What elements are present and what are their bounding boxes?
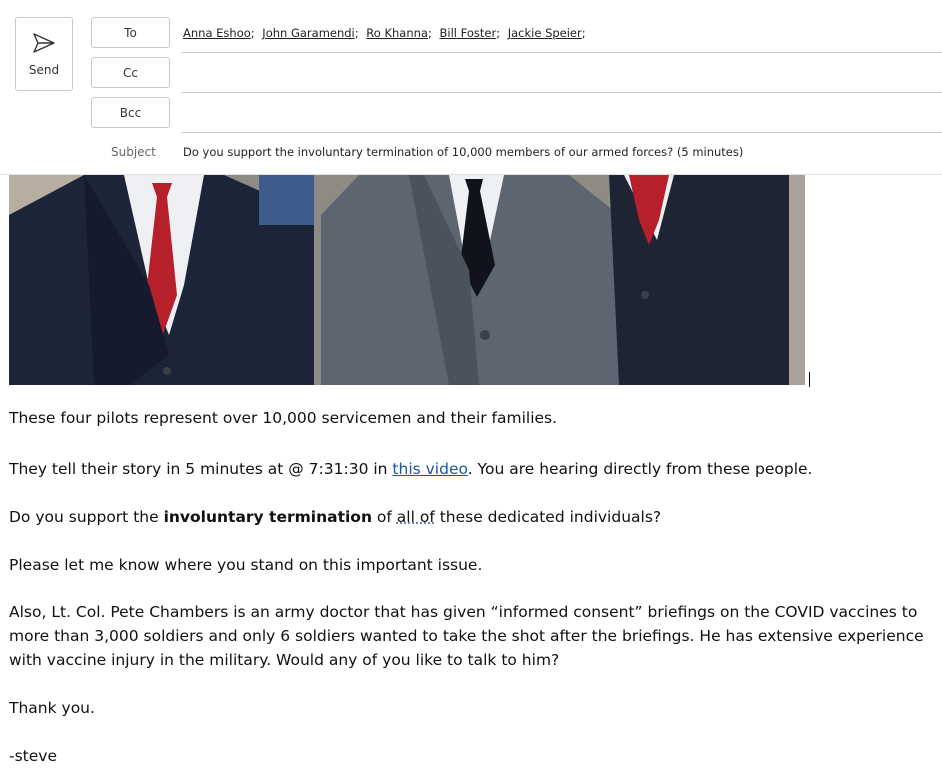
recipient-separator: ; bbox=[427, 26, 432, 40]
signature[interactable]: -steve bbox=[9, 744, 936, 768]
subject-label: Subject bbox=[111, 145, 156, 159]
to-button[interactable]: To bbox=[91, 17, 170, 48]
compose-header: Send To Cc Bcc Anna Eshoo; John Garamend… bbox=[0, 0, 942, 175]
recipient-chip[interactable]: John Garamendi bbox=[262, 26, 354, 40]
send-button[interactable]: Send bbox=[15, 17, 73, 91]
grammar-flag[interactable]: all of bbox=[397, 508, 435, 526]
video-link[interactable]: this video bbox=[392, 460, 467, 478]
recipient-chip[interactable]: Bill Foster bbox=[440, 26, 497, 40]
recipient-chip[interactable]: Anna Eshoo bbox=[183, 26, 251, 40]
body-text: these dedicated individuals? bbox=[434, 508, 662, 526]
body-paragraph-1[interactable]: These four pilots represent over 10,000 … bbox=[9, 406, 936, 430]
body-paragraph-3[interactable]: Do you support the involuntary terminati… bbox=[9, 505, 936, 529]
body-paragraph-4[interactable]: Please let me know where you stand on th… bbox=[9, 553, 936, 577]
recipient-separator: ; bbox=[496, 26, 501, 40]
text-cursor bbox=[809, 372, 810, 387]
embedded-photo bbox=[9, 175, 805, 385]
body-text: . You are hearing directly from these pe… bbox=[467, 460, 813, 478]
recipient-chip[interactable]: Ro Khanna bbox=[366, 26, 428, 40]
send-icon bbox=[33, 32, 55, 53]
body-text: of bbox=[372, 508, 397, 526]
subject-input[interactable]: Do you support the involuntary terminati… bbox=[183, 145, 743, 159]
recipient-chip[interactable]: Jackie Speier bbox=[508, 26, 582, 40]
recipient-separator: ; bbox=[354, 26, 359, 40]
recipient-separator: ; bbox=[581, 26, 586, 40]
body-text: Do you support the bbox=[9, 508, 164, 526]
body-paragraph-6[interactable]: Thank you. bbox=[9, 696, 936, 720]
bcc-field-underline[interactable] bbox=[182, 132, 942, 133]
recipient-separator: ; bbox=[250, 26, 255, 40]
body-paragraph-2[interactable]: They tell their story in 5 minutes at @ … bbox=[9, 457, 936, 481]
to-field[interactable]: Anna Eshoo; John Garamendi; Ro Khanna; B… bbox=[183, 26, 590, 40]
cc-button[interactable]: Cc bbox=[91, 57, 170, 88]
cc-field-underline[interactable] bbox=[182, 92, 942, 93]
bcc-button[interactable]: Bcc bbox=[91, 97, 170, 128]
send-label: Send bbox=[28, 62, 60, 77]
body-paragraph-5[interactable]: Also, Lt. Col. Pete Chambers is an army … bbox=[9, 600, 936, 672]
bold-text: involuntary termination bbox=[163, 508, 372, 526]
to-field-underline bbox=[182, 52, 942, 53]
body-text: They tell their story in 5 minutes at @ … bbox=[9, 460, 393, 478]
